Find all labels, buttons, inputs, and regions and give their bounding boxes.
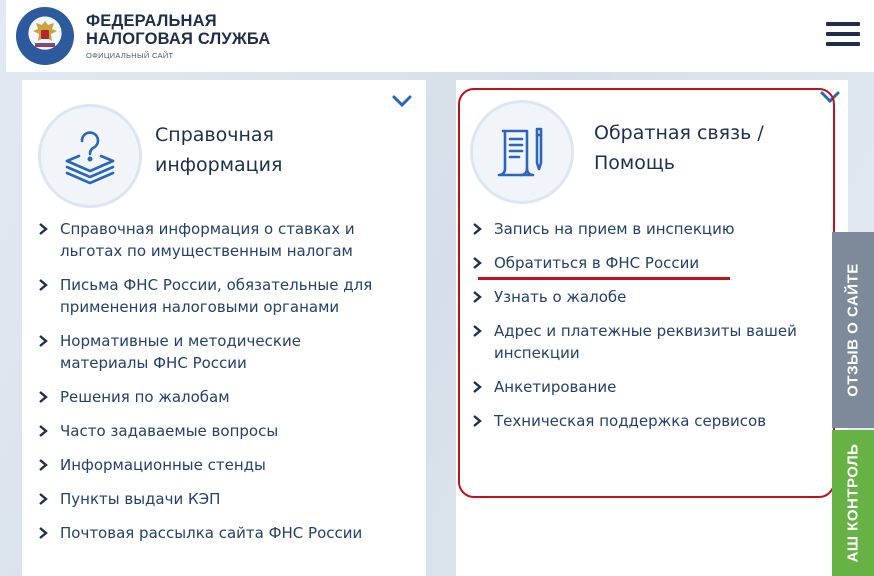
fns-emblem-icon[interactable] xyxy=(16,7,74,65)
document-pen-icon xyxy=(470,100,574,204)
link-item[interactable]: Письма ФНС России, обязательные для прим… xyxy=(38,274,418,318)
site-feedback-tab[interactable]: ОТЗЫВ О САЙТЕ xyxy=(832,232,874,428)
link-item[interactable]: Запись на прием в инспекцию xyxy=(472,218,842,240)
site-header: ФЕДЕРАЛЬНАЯ НАЛОГОВАЯ СЛУЖБА ОФИЦИАЛЬНЫЙ… xyxy=(6,0,874,72)
chevron-right-icon xyxy=(473,415,482,427)
link-item[interactable]: Узнать о жалобе xyxy=(472,286,842,308)
link-item[interactable]: Анкетирование xyxy=(472,376,842,398)
link-text: применения налоговыми органами xyxy=(60,298,340,316)
link-item[interactable]: Информационные стенды xyxy=(38,454,418,476)
control-tab[interactable]: АШ КОНТРОЛЬ xyxy=(832,430,874,576)
eagle-emblem xyxy=(33,21,57,47)
link-text: материалы ФНС России xyxy=(60,354,247,372)
link-text: Письма ФНС России, обязательные для xyxy=(60,276,373,294)
card-title: Обратная связь / Помощь xyxy=(594,118,764,178)
link-text: Часто задаваемые вопросы xyxy=(60,422,279,440)
link-text: Запись на прием в инспекцию xyxy=(494,220,735,238)
card-title-line: Справочная xyxy=(155,124,274,146)
link-text: Нормативные и методические xyxy=(60,332,301,350)
link-text: льготах по имущественным налогам xyxy=(60,242,353,260)
link-text: Пункты выдачи КЭП xyxy=(60,490,221,508)
chevron-down-icon[interactable] xyxy=(820,90,840,104)
link-item[interactable]: Нормативные и методические материалы ФНС… xyxy=(38,330,418,374)
link-text: Адрес и платежные реквизиты вашей xyxy=(494,322,797,340)
link-text: Почтовая рассылка сайта ФНС России xyxy=(60,524,363,542)
reference-links-list: Справочная информация о ставках и льгота… xyxy=(38,218,418,556)
link-item[interactable]: Техническая поддержка сервисов xyxy=(472,410,842,432)
link-item-contact-fns[interactable]: Обратиться в ФНС России xyxy=(472,252,842,274)
chevron-right-icon xyxy=(39,279,48,291)
chevron-right-icon xyxy=(39,391,48,403)
document-pen-graphic xyxy=(497,127,543,177)
link-item[interactable]: Почтовая рассылка сайта ФНС России xyxy=(38,522,418,544)
link-item[interactable]: Решения по жалобам xyxy=(38,386,418,408)
card-title-line: Обратная связь / xyxy=(594,122,764,144)
link-item[interactable]: Пункты выдачи КЭП xyxy=(38,488,418,510)
link-item[interactable]: Часто задаваемые вопросы xyxy=(38,420,418,442)
chevron-right-icon xyxy=(39,493,48,505)
card-title-line: Помощь xyxy=(594,152,675,174)
link-text: инспекции xyxy=(494,344,580,362)
chevron-right-icon xyxy=(473,257,482,269)
link-text: Обратиться в ФНС России xyxy=(494,254,700,272)
chevron-right-icon xyxy=(39,335,48,347)
highlight-underline xyxy=(478,277,730,280)
chevron-right-icon xyxy=(473,325,482,337)
control-label: АШ КОНТРОЛЬ xyxy=(844,443,862,563)
chevron-right-icon xyxy=(39,527,48,539)
card-title-line: информация xyxy=(155,154,283,176)
link-text: Узнать о жалобе xyxy=(494,288,627,306)
link-text: Техническая поддержка сервисов xyxy=(494,412,767,430)
brand-line-2: НАЛОГОВАЯ СЛУЖБА xyxy=(86,30,271,49)
link-text: Информационные стенды xyxy=(60,456,266,474)
chevron-right-icon xyxy=(473,291,482,303)
chevron-right-icon xyxy=(39,425,48,437)
brand-line-3: ОФИЦИАЛЬНЫЙ САЙТ xyxy=(86,50,174,60)
chevron-right-icon xyxy=(39,459,48,471)
card-title: Справочная информация xyxy=(155,120,282,180)
menu-bar xyxy=(826,32,860,36)
reference-info-card: Справочная информация Справочная информа… xyxy=(22,80,426,576)
link-item[interactable]: Справочная информация о ставках и льгота… xyxy=(38,218,418,262)
menu-bar xyxy=(826,22,860,26)
link-text: Справочная информация о ставках и xyxy=(60,220,355,238)
link-item[interactable]: Адрес и платежные реквизиты вашей инспек… xyxy=(472,320,842,364)
brand-text[interactable]: ФЕДЕРАЛЬНАЯ НАЛОГОВАЯ СЛУЖБА ОФИЦИАЛЬНЫЙ… xyxy=(86,13,270,60)
feedback-help-card: Обратная связь / Помощь Запись на прием … xyxy=(456,80,848,576)
question-stack-graphic xyxy=(65,131,115,185)
question-stack-icon xyxy=(38,104,142,208)
chevron-right-icon xyxy=(473,223,482,235)
chevron-right-icon xyxy=(39,223,48,235)
chevron-down-icon[interactable] xyxy=(392,94,412,108)
brand-line-1: ФЕДЕРАЛЬНАЯ xyxy=(86,11,217,30)
chevron-right-icon xyxy=(473,381,482,393)
hamburger-menu-icon[interactable] xyxy=(826,22,860,48)
link-text: Анкетирование xyxy=(494,378,617,396)
site-feedback-label: ОТЗЫВ О САЙТЕ xyxy=(844,263,862,397)
link-text: Решения по жалобам xyxy=(60,388,230,406)
menu-bar xyxy=(826,42,860,46)
feedback-links-list: Запись на прием в инспекцию Обратиться в… xyxy=(472,218,842,444)
